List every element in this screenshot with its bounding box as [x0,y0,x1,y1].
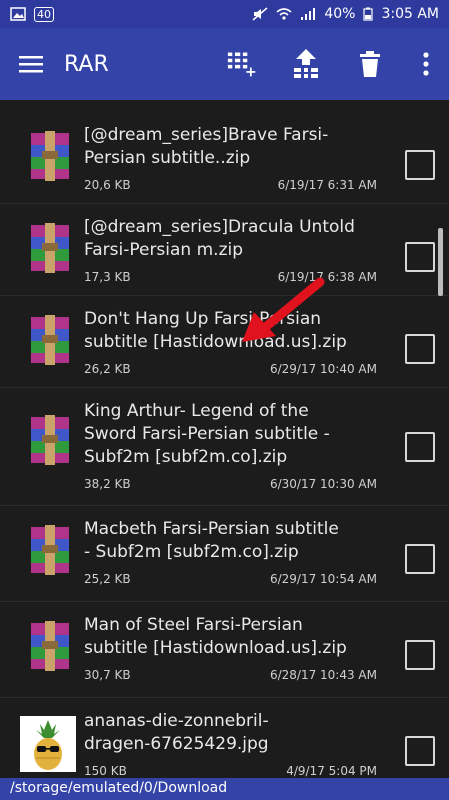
file-row[interactable]: Don't Hang Up Farsi-Persian subtitle [Has… [0,296,449,388]
pineapple-thumbnail [20,716,76,772]
file-row[interactable]: ananas-die-zonnebril-dragen-67625429.jpg… [0,698,449,778]
signal-icon [300,7,316,21]
file-row[interactable]: [@dream_series]Brave Farsi- Persian subti… [0,112,449,204]
file-name: Don't Hang Up Farsi-Persian subtitle [Has… [84,309,347,352]
file-name: [@dream_series]Dracula Untold Farsi-Persi… [84,217,355,260]
rar-archive-icon [24,524,76,576]
file-date: 4/9/17 5:04 PM [286,764,377,778]
file-date: 6/30/17 10:30 AM [269,477,377,491]
select-checkbox[interactable] [405,544,435,574]
file-list[interactable]: [@dream_series]Brave Farsi- Persian subti… [0,100,449,778]
wifi-icon [276,7,292,21]
file-size: 17,3 KB [84,270,131,284]
file-size: 150 KB [84,764,127,778]
list-top-padding [0,100,449,112]
rar-archive-icon [24,314,76,366]
file-row[interactable]: Man of Steel Farsi-Persian subtitle [Hast… [0,602,449,698]
mute-icon [252,7,268,21]
rar-archive-icon [24,222,76,274]
file-date: 6/19/17 6:38 AM [277,270,377,284]
file-size: 26,2 KB [84,362,131,376]
battery-percent: 40% [324,6,356,22]
file-name: [@dream_series]Brave Farsi- Persian subti… [84,125,329,168]
rar-archive-icon [24,620,76,672]
file-name: Macbeth Farsi-Persian subtitle - Subf2m [… [84,519,339,562]
current-path[interactable]: /storage/emulated/0/Download [0,778,449,800]
file-date: 6/29/17 10:54 AM [269,572,377,586]
select-checkbox[interactable] [405,736,435,766]
file-row[interactable]: Macbeth Farsi-Persian subtitle - Subf2m [… [0,506,449,602]
file-name: Man of Steel Farsi-Persian subtitle [Hast… [84,615,347,658]
more-vert-icon[interactable] [419,49,433,79]
status-badge: 40 [34,6,54,22]
rar-archive-icon [24,414,76,466]
file-date: 6/19/17 6:31 AM [277,178,377,192]
file-row[interactable]: [@dream_series]Dracula Untold Farsi-Persi… [0,204,449,296]
file-name: ananas-die-zonnebril-dragen-67625429.jpg [84,711,269,754]
select-checkbox[interactable] [405,334,435,364]
clock: 3:05 AM [381,6,439,22]
hamburger-menu-icon[interactable] [16,49,46,79]
extract-icon[interactable] [291,49,321,79]
app-bar: RAR [0,28,449,100]
rar-archive-icon [24,130,76,182]
select-checkbox[interactable] [405,242,435,272]
file-size: 38,2 KB [84,477,131,491]
file-date: 6/28/17 10:43 AM [269,668,377,682]
gallery-icon [10,7,26,21]
file-date: 6/29/17 10:40 AM [269,362,377,376]
select-checkbox[interactable] [405,432,435,462]
scrollbar[interactable] [438,228,443,296]
select-checkbox[interactable] [405,640,435,670]
delete-icon[interactable] [355,49,385,79]
file-size: 25,2 KB [84,572,131,586]
file-row[interactable]: King Arthur- Legend of the Sword Farsi-Pe… [0,388,449,506]
file-name: King Arthur- Legend of the Sword Farsi-Pe… [84,401,330,467]
add-to-archive-icon[interactable] [227,49,257,79]
battery-icon [363,7,374,21]
app-title: RAR [64,51,109,77]
file-size: 30,7 KB [84,668,131,682]
status-bar: 40 40% 3:05 AM [0,0,449,28]
select-checkbox[interactable] [405,150,435,180]
file-size: 20,6 KB [84,178,131,192]
